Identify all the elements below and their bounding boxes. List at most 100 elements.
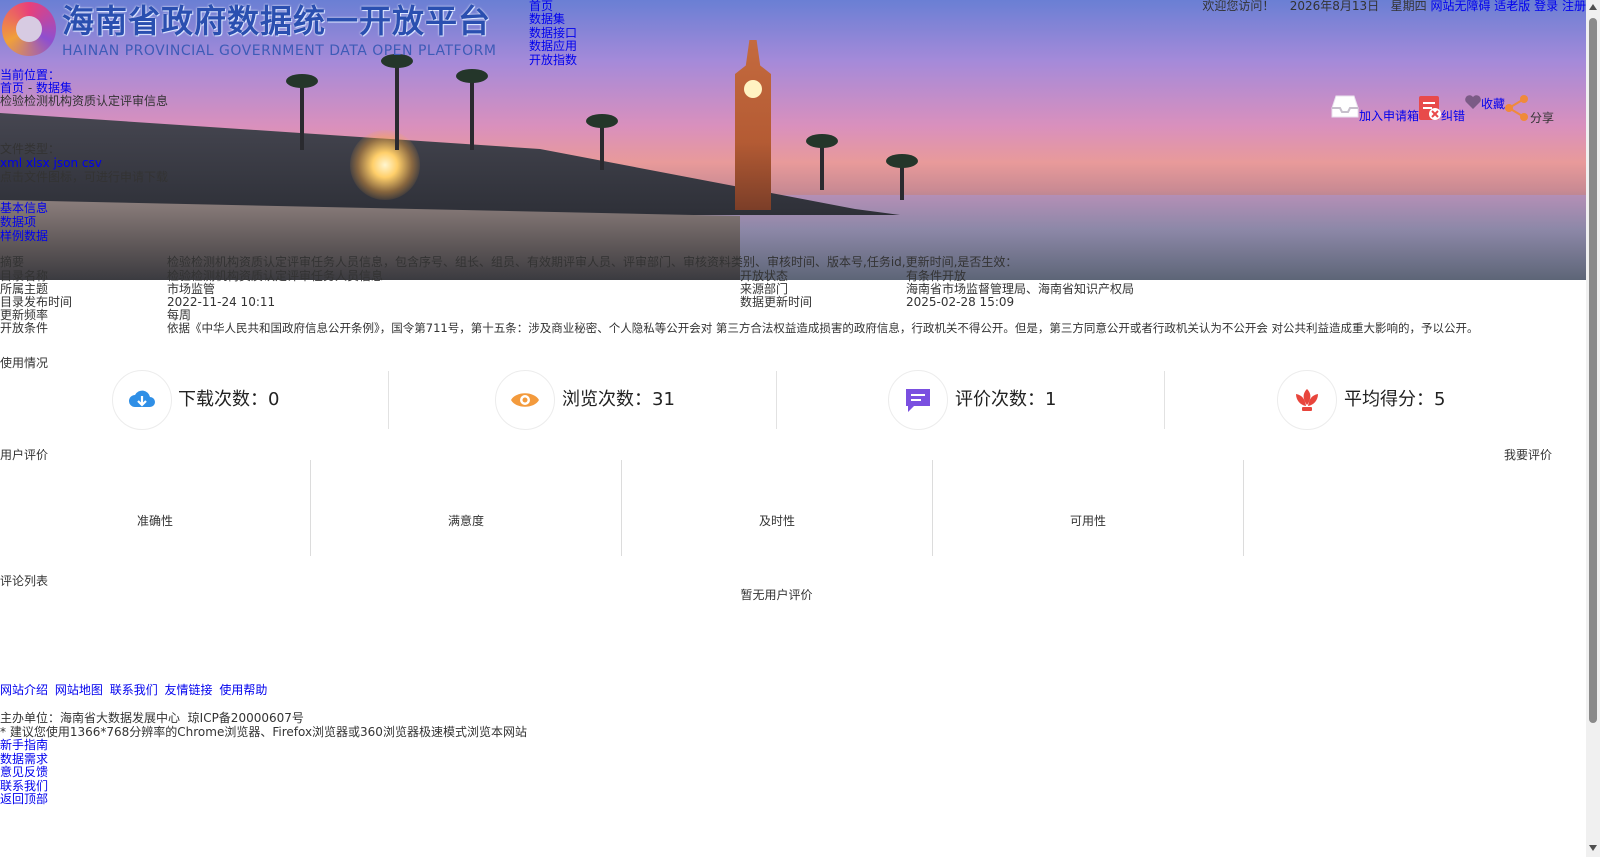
nav-apis[interactable]: 数据接口 (529, 26, 577, 40)
error-report-icon (1419, 96, 1441, 120)
footer-host: 主办单位：海南省大数据发展中心 琼ICP备20000607号 (0, 712, 304, 725)
stat-score: 平均得分：5 (1164, 369, 1552, 431)
side-link-back-to-top[interactable]: 返回顶部 (0, 792, 48, 806)
elder-mode-link[interactable]: 适老版 (1494, 0, 1530, 13)
rating-criteria: 准确性 满意度 及时性 可用性 (0, 460, 1553, 556)
stat-score-label: 平均得分：5 (1344, 389, 1446, 410)
logo-icon (2, 2, 56, 56)
comment-list-title: 评论列表 (0, 574, 49, 588)
tab-basic-info[interactable]: 基本信息 (0, 202, 48, 215)
dataset-title: 检验检测机构资质认定评审信息 (0, 94, 169, 108)
host-unit: 主办单位：海南省大数据发展中心 (0, 711, 181, 725)
footer-link-friends[interactable]: 友情链接 (165, 683, 213, 697)
scroll-down-icon[interactable] (1589, 845, 1597, 851)
accessible-link[interactable]: 网站无障碍 (1430, 0, 1490, 13)
stat-reviews: 评价次数：1 (776, 369, 1164, 431)
banner-clock-face (744, 80, 762, 98)
detail-row: 目录发布时间 2022-11-24 10:11 数据更新时间 2025-02-2… (0, 296, 1560, 309)
logo-title-en: HAINAN PROVINCIAL GOVERNMENT DATA OPEN P… (62, 43, 497, 59)
lotus-icon (1296, 389, 1318, 411)
breadcrumb-prefix: 当前位置： (0, 68, 61, 82)
nav-open-index[interactable]: 开放指数 (529, 53, 577, 67)
stat-downloads-label: 下载次数：0 (178, 389, 280, 410)
side-link-demand[interactable]: 数据需求 (0, 752, 48, 766)
footer-links: 网站介绍 网站地图 联系我们 友情链接 使用帮助 (0, 684, 270, 697)
share-label: 分享 (1530, 111, 1555, 125)
banner-clock-tower (735, 40, 771, 210)
criterion-usability[interactable]: 可用性 (933, 460, 1244, 556)
side-link-guide[interactable]: 新手指南 (0, 738, 48, 752)
side-link-contact[interactable]: 联系我们 (0, 779, 48, 793)
apply-box-label: 加入申请箱 (1359, 109, 1420, 123)
download-hint: 点击文件图标，可进行申请下载 (0, 170, 169, 184)
comment-icon (906, 389, 930, 412)
cloud-download-icon (129, 390, 155, 407)
comment-empty-state: 暂无用户评价 (740, 588, 813, 602)
tab-sample-data[interactable]: 样例数据 (0, 230, 48, 243)
dataset-actions: 加入申请箱 纠错 收藏 分享 (1331, 92, 1583, 132)
share-icon (1505, 95, 1528, 121)
footer-link-contact[interactable]: 联系我们 (110, 683, 158, 697)
side-link-feedback[interactable]: 意见反馈 (0, 765, 48, 779)
nav-datasets[interactable]: 数据集 (529, 12, 565, 26)
banner-palm (886, 154, 918, 200)
breadcrumb-home[interactable]: 首页 (0, 81, 24, 95)
file-type-label: 文件类型： (0, 142, 61, 156)
register-link[interactable]: 注册 (1562, 0, 1586, 13)
detail-key: 数据更新时间 (740, 295, 813, 309)
footer-link-sitemap[interactable]: 网站地图 (55, 683, 103, 697)
login-link[interactable]: 登录 (1534, 0, 1558, 13)
summary-label: 摘要 (0, 255, 25, 269)
heart-icon (1465, 95, 1481, 109)
logo-title-cn: 海南省政府数据统一开放平台 (62, 2, 492, 40)
current-date: 2026年8月13日 (1289, 0, 1380, 13)
detail-value: 2025-02-28 15:09 (906, 295, 1015, 309)
view-icon-circle (495, 370, 555, 430)
criterion-label: 可用性 (1069, 514, 1106, 528)
browser-tip: * 建议您使用1366*768分辨率的Chrome浏览器、Firefox浏览器或… (0, 725, 527, 739)
page-scrollbar[interactable] (1586, 0, 1600, 857)
usage-stats: 下载次数：0 浏览次数：31 评价次数：1 平均得分：5 (0, 369, 1553, 431)
banner-palm (381, 54, 413, 150)
banner-palm (286, 74, 318, 150)
site-logo[interactable]: 海南省政府数据统一开放平台 HAINAN PROVINCIAL GOVERNME… (0, 0, 520, 60)
criterion-label: 满意度 (447, 514, 484, 528)
stat-views-label: 浏览次数：31 (562, 389, 675, 410)
dataset-detail-table: 目录名称 检验检测机构资质认定评审任务人员信息 开放状态 有条件开放 所属主题 … (0, 270, 1560, 335)
banner-streetlight-glow (350, 130, 420, 200)
criterion-accuracy[interactable]: 准确性 (0, 460, 311, 556)
scrollbar-thumb[interactable] (1589, 18, 1597, 723)
score-icon-circle (1277, 370, 1337, 430)
criterion-timeliness[interactable]: 及时性 (622, 460, 933, 556)
favorite-label: 收藏 (1481, 97, 1506, 111)
file-type-icons[interactable]: xml xlsx json csv (0, 157, 102, 170)
breadcrumb-datasets[interactable]: 数据集 (36, 81, 72, 95)
eye-icon (511, 393, 539, 407)
nav-apps[interactable]: 数据应用 (529, 39, 577, 53)
scroll-up-icon[interactable] (1589, 4, 1597, 10)
correct-label: 纠错 (1441, 109, 1466, 123)
stat-downloads: 下载次数：0 (0, 369, 388, 431)
review-icon-circle (888, 370, 948, 430)
stat-views: 浏览次数：31 (388, 369, 776, 431)
icp-number: 琼ICP备20000607号 (187, 711, 304, 725)
detail-key: 开放条件 (0, 321, 49, 335)
main-nav: 首页 数据集 数据接口 数据应用 开放指数 (529, 0, 577, 67)
floating-side-links: 新手指南 数据需求 意见反馈 联系我们 返回顶部 (0, 739, 48, 807)
banner-palm (456, 69, 488, 150)
download-icon-circle (112, 370, 172, 430)
detail-row: 开放条件 依据《中华人民共和国政府信息公开条例》，国令第711号，第十五条：涉及… (0, 322, 1560, 335)
footer-link-about[interactable]: 网站介绍 (0, 683, 48, 697)
banner-palm (586, 114, 618, 170)
tab-data-items[interactable]: 数据项 (0, 216, 36, 229)
criterion-satisfaction[interactable]: 满意度 (311, 460, 622, 556)
summary-text: 检验检测机构资质认定评审任务人员信息，包含序号、组长、组员、有效期评审人员、评审… (167, 255, 1018, 269)
current-weekday: 星期四 (1390, 0, 1427, 13)
welcome-text: 欢迎您访问！ (1202, 0, 1275, 13)
detail-value: 依据《中华人民共和国政府信息公开条例》，国令第711号，第十五条：涉及商业秘密、… (167, 321, 1479, 335)
footer-link-help[interactable]: 使用帮助 (219, 683, 267, 697)
top-bar: 欢迎您访问！ 2026年8月13日 星期四 网站无障碍 适老版 登录 注册 (1202, 0, 1586, 13)
inbox-icon (1331, 95, 1359, 118)
criterion-label: 及时性 (758, 514, 795, 528)
stat-reviews-label: 评价次数：1 (955, 389, 1057, 410)
